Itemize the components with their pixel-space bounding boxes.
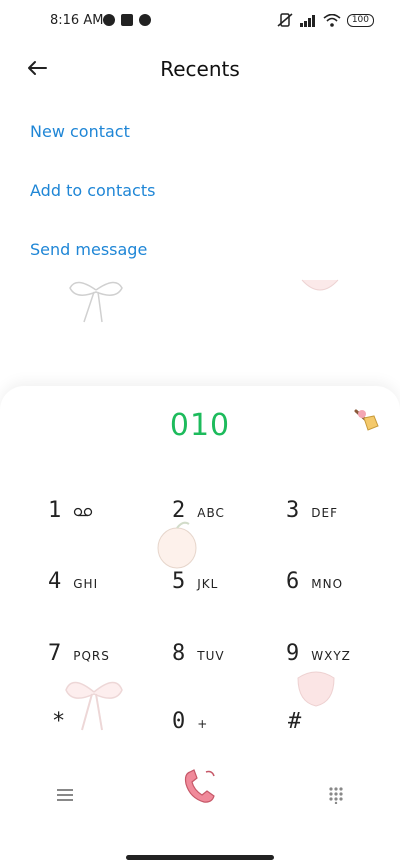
key-digit: 1 [48,498,62,523]
strawberry-decoration-icon [301,279,339,291]
dial-key-5[interactable]: 5 JKL [172,569,218,594]
dial-key-3[interactable]: 3 DEF [286,498,338,523]
dialpad-icon[interactable] [328,786,344,804]
dial-key-6[interactable]: 6 MNO [286,569,343,594]
dial-key-0[interactable]: 0 + [172,709,208,734]
battery-indicator: 100 [346,13,374,27]
strawberry-decoration-icon [297,671,335,707]
page-title: Recents [160,57,240,81]
key-letters: GHI [73,577,99,591]
key-digit: 3 [286,498,300,523]
broom-icon[interactable] [352,406,380,434]
dial-key-4[interactable]: 4 GHI [48,569,98,594]
key-letters: DEF [311,506,338,520]
key-digit: 2 [172,498,186,523]
key-letters: JKL [197,577,219,591]
key-letters: PQRS [73,649,110,663]
key-digit: * [52,709,66,734]
status-bar: 8:16 AM 100 [0,0,400,44]
new-contact-link[interactable]: New contact [30,122,130,141]
dial-key-star[interactable]: * [52,709,65,734]
notification-icon [121,14,133,26]
status-system-icons: 100 [277,13,374,27]
call-icon[interactable] [182,766,218,806]
notification-icon [103,14,115,26]
bow-decoration-icon [69,281,123,323]
key-letters: TUV [197,649,225,663]
dial-key-2[interactable]: 2 ABC [172,498,225,523]
dial-key-9[interactable]: 9 WXYZ [286,641,351,666]
peach-decoration-icon [157,521,197,569]
menu-icon[interactable] [56,788,74,802]
key-digit: 5 [172,569,186,594]
add-to-contacts-link[interactable]: Add to contacts [30,181,155,200]
voicemail-icon [74,507,93,517]
key-digit: 6 [286,569,300,594]
status-notification-icons [103,14,151,26]
status-time: 8:16 AM [50,13,104,28]
key-digit: 9 [286,641,300,666]
signal-icon [299,14,315,27]
app-header: Recents [0,50,400,90]
dial-key-8[interactable]: 8 TUV [172,641,225,666]
vibrate-icon [277,13,293,27]
key-digit: 7 [48,641,62,666]
key-letters: + [197,717,209,731]
bow-decoration-icon [65,681,123,731]
key-letters: MNO [311,577,344,591]
notification-icon [139,14,151,26]
wifi-icon [323,13,341,27]
key-letters: WXYZ [311,649,351,663]
dial-key-hash[interactable]: # [288,709,301,734]
key-letters: ABC [197,506,225,520]
home-indicator[interactable] [126,855,274,860]
dial-key-7[interactable]: 7 PQRS [48,641,110,666]
key-digit: # [288,709,302,734]
dial-key-1[interactable]: 1 [48,498,93,523]
dialed-number: 010 [169,408,231,443]
send-message-link[interactable]: Send message [30,240,147,259]
key-digit: 4 [48,569,62,594]
key-digit: 0 [172,709,186,734]
dialpad-panel: 010 1 2 ABC 3 DEF 4 GHI 5 JKL 6 MNO 7 PQ… [0,386,400,866]
key-digit: 8 [172,641,186,666]
